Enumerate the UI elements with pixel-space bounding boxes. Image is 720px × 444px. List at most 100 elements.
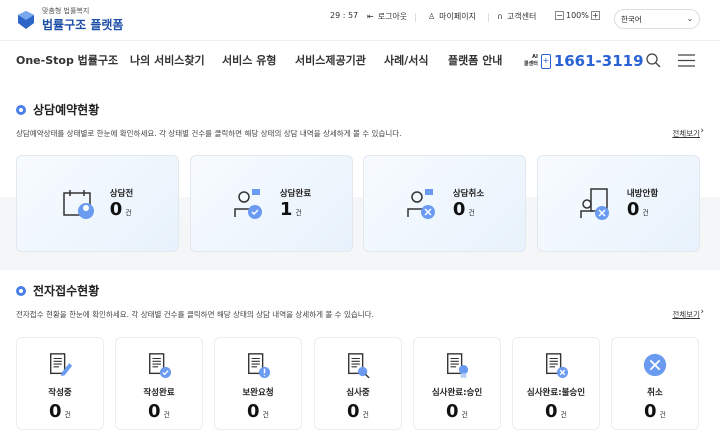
card-unit: 건 [560, 411, 567, 419]
callcenter-label: 콜센터 [524, 61, 538, 67]
mypage-label: 마이페이지 [439, 12, 476, 21]
card-count: 0 [626, 199, 640, 220]
card-count: 0 [644, 401, 657, 422]
card-label: 작성중 [48, 388, 72, 398]
consult-card-complete[interactable]: 상담완료 1 건 [190, 155, 353, 252]
card-unit: 건 [468, 209, 475, 217]
card-unit: 건 [659, 411, 666, 419]
card-unit: 건 [163, 411, 170, 419]
session-timer: 29 : 57 [330, 11, 358, 20]
zoom-level: 100% [566, 11, 589, 20]
document-writing-icon [50, 353, 73, 377]
nav-platform-info[interactable]: 플랫폼 안내 [448, 52, 502, 68]
card-count: 0 [148, 401, 161, 422]
consult-card-no-visit[interactable]: 내방안함 0 건 [537, 155, 700, 252]
card-count: 0 [545, 401, 558, 422]
nav-one-stop[interactable]: One-Stop 법률구조 [16, 52, 118, 68]
ereceipt-card-cancelled[interactable]: 취소 0 건 [611, 337, 699, 430]
zoom-out-button[interactable]: − [555, 11, 564, 20]
document-reviewing-icon [348, 353, 370, 378]
ereceipt-section-title: 전자접수현황 [16, 282, 99, 299]
document-supplement-request-icon [248, 353, 271, 378]
consult-view-all-link[interactable]: 전체보기 [672, 128, 700, 139]
card-label: 심사완료:불승인 [526, 388, 586, 398]
divider [488, 13, 489, 22]
card-count: 0 [247, 401, 260, 422]
zoom-control: − 100% + [555, 11, 600, 20]
card-count: 1 [279, 199, 293, 220]
user-icon: ♙ [428, 12, 436, 21]
zoom-in-button[interactable]: + [590, 11, 600, 20]
consult-title-text: 상담예약현황 [33, 103, 100, 117]
card-label: 심사중 [346, 388, 370, 398]
ai-callcenter[interactable]: AI 콜센터 + 1661-3119 [524, 52, 644, 70]
language-select[interactable]: 한국어 ⌄ [614, 9, 700, 29]
logo-icon [18, 10, 34, 29]
document-rejected-icon [546, 353, 569, 378]
card-unit: 건 [64, 411, 71, 419]
card-unit: 건 [362, 411, 369, 419]
logo-subtitle: 맞춤형 법률복지 [42, 7, 90, 15]
card-label: 보완요청 [242, 388, 274, 398]
consult-card-cancel[interactable]: 상담취소 0 건 [363, 155, 526, 252]
card-count: 0 [452, 199, 466, 220]
logo-title: 법률구조 플랫폼 [42, 18, 124, 32]
nav-cases[interactable]: 사례/서식 [384, 52, 429, 68]
ereceipt-title-text: 전자접수현황 [33, 284, 100, 298]
timer-text: 29 : 57 [330, 11, 359, 20]
menu-icon[interactable] [678, 54, 695, 67]
card-label: 작성완료 [143, 388, 175, 398]
user-check-icon [234, 188, 262, 219]
consult-card-before[interactable]: 상담전 0 건 [16, 155, 179, 252]
card-count: 0 [347, 401, 360, 422]
phone-number: 1661-3119 [553, 52, 644, 70]
divider [415, 13, 416, 22]
bullet-icon [16, 104, 26, 115]
header-divider [0, 40, 720, 41]
chevron-right-icon: › [700, 307, 704, 317]
phone-icon: + [540, 53, 551, 69]
card-unit: 건 [461, 411, 468, 419]
card-label: 상담완료 [279, 189, 312, 199]
ereceipt-card-supplement-request[interactable]: 보완요청 0 건 [214, 337, 302, 430]
logo[interactable]: 맞춤형 법률복지 법률구조 플랫폼 [16, 6, 123, 33]
ereceipt-card-writing[interactable]: 작성중 0 건 [16, 337, 104, 430]
card-unit: 건 [262, 411, 269, 419]
headset-icon: ∩ [497, 12, 503, 21]
ai-label: AI [532, 54, 538, 60]
ereceipt-card-written[interactable]: 작성완료 0 건 [115, 337, 203, 430]
support-button[interactable]: ∩ 고객센터 [497, 11, 536, 22]
nav-provider[interactable]: 서비스제공기관 [295, 52, 366, 68]
document-written-icon [149, 353, 172, 378]
card-count: 0 [446, 401, 459, 422]
chevron-right-icon: › [700, 126, 704, 136]
card-label: 취소 [647, 388, 663, 398]
card-label: 심사완료:승인 [431, 388, 483, 398]
card-label: 상담전 [109, 189, 134, 199]
consult-section-title: 상담예약현황 [16, 101, 99, 118]
user-cancel-icon [407, 188, 435, 219]
document-approved-icon [447, 353, 469, 378]
door-cancel-icon [580, 187, 609, 220]
card-count: 0 [109, 199, 123, 220]
logout-label: 로그아웃 [377, 12, 408, 21]
card-label: 내방안함 [626, 189, 659, 199]
logout-button[interactable]: ⇤ 로그아웃 [367, 11, 407, 22]
card-label: 상담취소 [452, 189, 485, 199]
mypage-button[interactable]: ♙ 마이페이지 [428, 11, 476, 22]
nav-find-service[interactable]: 나의 서비스찾기 [130, 52, 205, 68]
card-unit: 건 [642, 209, 649, 217]
card-count: 0 [49, 401, 62, 422]
ereceipt-card-reviewing[interactable]: 심사중 0 건 [314, 337, 402, 430]
ereceipt-view-all-link[interactable]: 전체보기 [672, 309, 700, 320]
search-icon[interactable] [646, 53, 661, 68]
language-value: 한국어 [621, 15, 642, 24]
nav-service-type[interactable]: 서비스 유형 [222, 52, 276, 68]
ereceipt-card-approved[interactable]: 심사완료:승인 0 건 [413, 337, 501, 430]
calendar-user-icon [63, 189, 94, 219]
card-unit: 건 [295, 209, 302, 217]
card-unit: 건 [125, 209, 132, 217]
support-label: 고객센터 [506, 12, 537, 21]
ereceipt-card-rejected[interactable]: 심사완료:불승인 0 건 [512, 337, 600, 430]
bullet-icon [16, 285, 26, 296]
